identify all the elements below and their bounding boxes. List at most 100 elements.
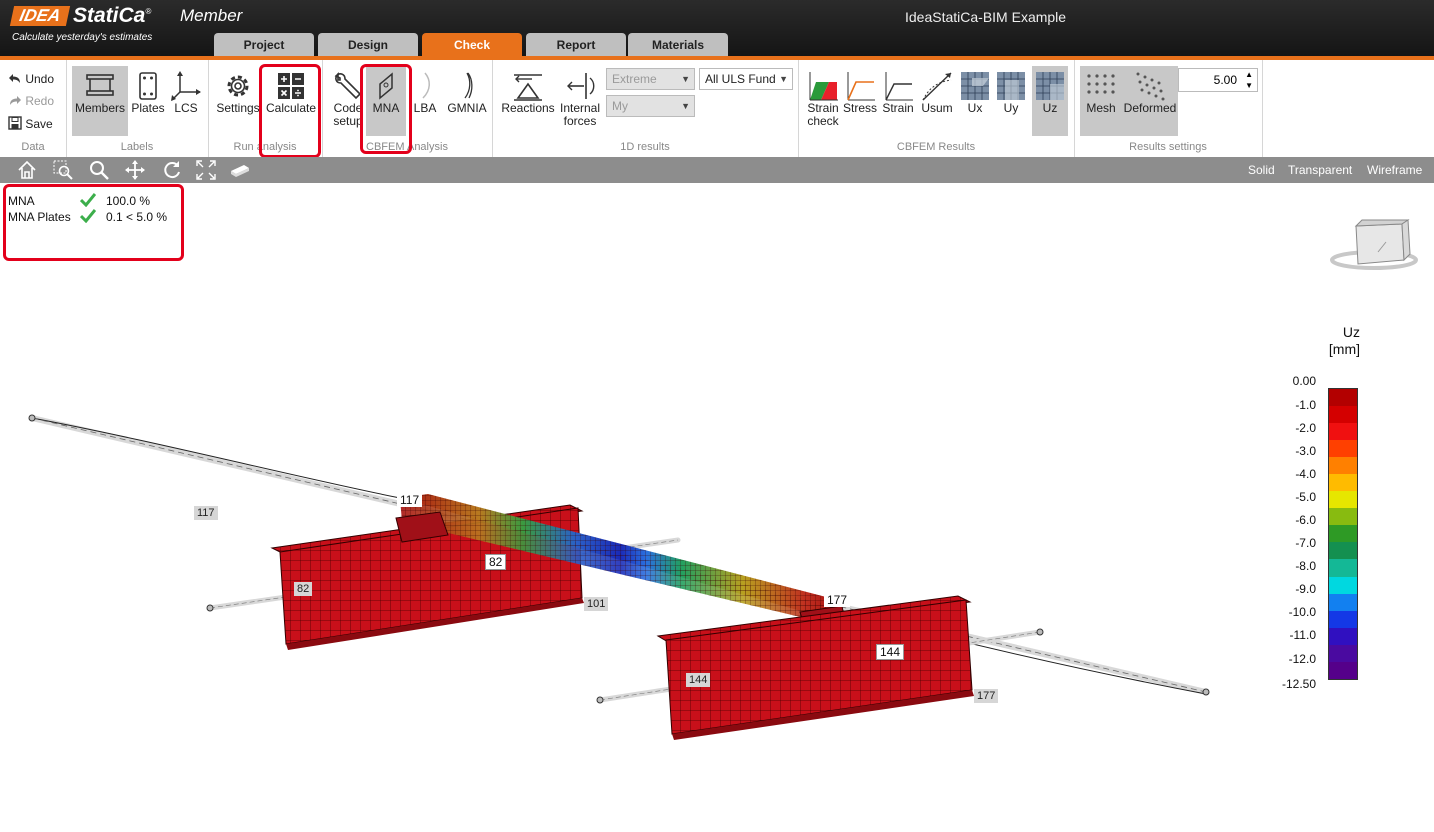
node-label[interactable]: 117 xyxy=(194,506,218,520)
legend-color-band xyxy=(1329,457,1357,475)
node-label[interactable]: 82 xyxy=(294,582,313,596)
gmnia-icon xyxy=(464,72,473,99)
save-label: Save xyxy=(25,117,53,131)
lba-button[interactable]: LBA xyxy=(408,66,442,136)
internal-forces-label: Internal forces xyxy=(559,101,601,128)
mesh-button[interactable]: Mesh xyxy=(1080,66,1122,136)
plates-button[interactable]: Plates xyxy=(130,66,166,136)
node-label[interactable]: 144 xyxy=(686,673,711,687)
save-icon xyxy=(8,116,22,130)
mesh-label: Mesh xyxy=(1086,101,1116,115)
node-label[interactable]: 117 xyxy=(397,493,423,507)
gmnia-button[interactable]: GMNIA xyxy=(444,66,490,136)
legend-color-band xyxy=(1329,644,1357,662)
group-results-settings: Mesh Deformed 5.00 ▲ ▼ Results settings xyxy=(1074,60,1263,157)
lcs-button[interactable]: LCS xyxy=(168,66,204,136)
group-data: Undo Redo Save Data xyxy=(0,60,67,157)
node-label[interactable]: 177 xyxy=(824,593,851,607)
legend-tick: -11.0 xyxy=(1289,628,1316,642)
right-girder-mesh[interactable] xyxy=(656,595,974,740)
uz-button[interactable]: Uz xyxy=(1032,66,1068,136)
tab-project[interactable]: Project xyxy=(214,33,314,57)
stress-button[interactable]: Stress xyxy=(842,66,878,136)
save-button[interactable]: Save xyxy=(8,116,53,131)
view-mode-wireframe[interactable]: Wireframe xyxy=(1367,163,1422,177)
group-label-data: Data xyxy=(21,141,45,153)
redo-icon xyxy=(10,96,21,105)
pan-icon[interactable] xyxy=(125,160,145,180)
legend-color-band xyxy=(1329,559,1357,577)
logo-statica: StatiCa® xyxy=(73,4,152,27)
lcs-axes-icon xyxy=(171,71,201,101)
members-button[interactable]: Members xyxy=(72,66,128,136)
legend-quantity: Uz xyxy=(1342,324,1360,340)
legend-color-band xyxy=(1329,423,1357,441)
model-viewport[interactable] xyxy=(0,183,1260,823)
legend-color-band xyxy=(1329,661,1357,679)
legend-color-bar xyxy=(1328,388,1358,680)
strain-icon xyxy=(885,72,913,101)
ux-button[interactable]: Ux xyxy=(958,66,992,136)
internal-forces-icon xyxy=(567,73,595,99)
group-labels: Members Plates LCS Labels xyxy=(66,60,209,157)
members-label: Members xyxy=(74,101,125,115)
legend-tick: -3.0 xyxy=(1295,444,1316,458)
deformed-button[interactable]: Deformed xyxy=(1122,66,1178,136)
tab-design[interactable]: Design xyxy=(318,33,418,57)
legend-color-band xyxy=(1329,474,1357,492)
chevron-down-icon: ▼ xyxy=(779,74,788,84)
reactions-label: Reactions xyxy=(501,101,555,115)
internal-forces-button[interactable]: Internal forces xyxy=(556,66,604,136)
highlight-mna xyxy=(360,64,412,154)
view-cube-icon[interactable] xyxy=(1326,218,1422,274)
stress-icon xyxy=(847,72,875,101)
node-label[interactable]: 144 xyxy=(876,644,905,660)
strain-label: Strain xyxy=(882,101,914,115)
legend-tick: -1.0 xyxy=(1295,398,1316,412)
node-label[interactable]: 82 xyxy=(485,554,507,570)
legend-color-band xyxy=(1329,542,1357,560)
node-label[interactable]: 177 xyxy=(974,689,999,703)
force-component-combo[interactable]: My ▼ xyxy=(606,95,695,117)
usum-button[interactable]: Usum xyxy=(918,66,956,136)
settings-button[interactable]: Settings xyxy=(214,66,262,136)
gear-icon xyxy=(227,75,249,97)
node-label[interactable]: 101 xyxy=(584,597,609,611)
strain-button[interactable]: Strain xyxy=(880,66,916,136)
load-combination-value: All ULS Fund xyxy=(705,72,776,86)
uy-mesh-icon xyxy=(997,72,1025,100)
view-mode-solid[interactable]: Solid xyxy=(1248,163,1275,177)
tab-check[interactable]: Check xyxy=(422,33,522,57)
zoom-window-icon[interactable] xyxy=(53,160,73,180)
deformation-scale-spinner[interactable]: 5.00 ▲ ▼ xyxy=(1178,68,1258,92)
rotate-icon[interactable] xyxy=(162,160,182,180)
legend-tick: -5.0 xyxy=(1295,490,1316,504)
undo-button[interactable]: Undo xyxy=(8,72,54,86)
extent-combo[interactable]: Extreme ▼ xyxy=(606,68,695,90)
legend-color-band xyxy=(1329,389,1357,407)
strain-check-button[interactable]: Strain check xyxy=(806,66,840,136)
reactions-button[interactable]: Reactions xyxy=(500,66,556,136)
zoom-icon[interactable] xyxy=(89,160,109,180)
stress-label: Stress xyxy=(842,101,877,115)
strain-check-icon xyxy=(809,72,838,101)
view-mode-transparent[interactable]: Transparent xyxy=(1288,163,1352,177)
section-view-icon[interactable] xyxy=(230,160,250,180)
usum-label: Usum xyxy=(921,101,953,115)
legend-tick: -12.0 xyxy=(1288,652,1316,666)
highlight-calculate xyxy=(259,64,321,158)
redo-button[interactable]: Redo xyxy=(8,94,54,108)
deformed-label: Deformed xyxy=(1123,101,1177,115)
load-combination-combo[interactable]: All ULS Fund ▼ xyxy=(699,68,793,90)
uy-button[interactable]: Uy xyxy=(994,66,1028,136)
legend-color-band xyxy=(1329,593,1357,611)
tab-materials[interactable]: Materials xyxy=(628,33,728,57)
fullscreen-icon[interactable] xyxy=(196,160,216,180)
home-icon[interactable] xyxy=(17,160,37,180)
group-label-labels: Labels xyxy=(120,141,154,153)
deformation-scale-value: 5.00 xyxy=(1213,73,1237,87)
settings-label: Settings xyxy=(216,101,260,115)
title-bar: IDEA StatiCa® Member Calculate yesterday… xyxy=(0,0,1434,58)
tab-report[interactable]: Report xyxy=(526,33,626,57)
spinner-arrows-icon[interactable]: ▲ ▼ xyxy=(1245,69,1253,91)
